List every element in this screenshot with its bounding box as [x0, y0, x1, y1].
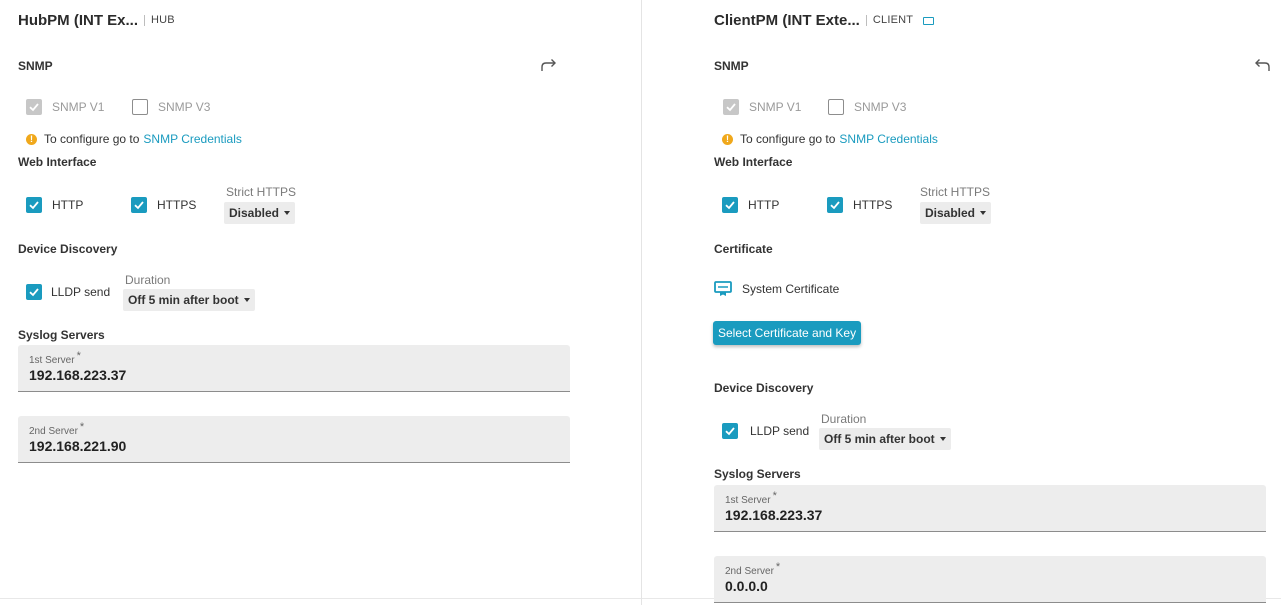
hub-https-checkbox[interactable]: HTTPS	[131, 197, 196, 213]
duration-caption: Duration	[821, 412, 867, 426]
select-certificate-button[interactable]: Select Certificate and Key	[713, 321, 862, 345]
snmp-v3-label: SNMP V3	[854, 100, 907, 114]
strict-https-value: Disabled	[229, 206, 280, 220]
system-certificate-row: System Certificate	[714, 281, 839, 297]
client-duration-dropdown[interactable]: Off 5 min after boot	[819, 428, 951, 450]
duration-value: Off 5 min after boot	[824, 432, 935, 446]
snmp-v1-label: SNMP V1	[749, 100, 802, 114]
hub-panel: HubPM (INT Ex... HUB SNMP SNMP V1 SNMP V…	[0, 0, 641, 605]
server2-value: 0.0.0.0	[725, 578, 768, 594]
client-title: ClientPM (INT Exte...	[714, 12, 860, 29]
hub-tag: HUB	[144, 15, 175, 26]
server1-value: 192.168.223.37	[29, 367, 127, 383]
check-icon	[131, 197, 147, 213]
certificate-name: System Certificate	[742, 282, 840, 296]
snmp-v3-label: SNMP V3	[158, 100, 211, 114]
lldp-label: LLDP send	[750, 424, 810, 438]
caret-down-icon	[980, 211, 987, 215]
check-icon	[26, 99, 42, 115]
strict-https-value: Disabled	[925, 206, 976, 220]
http-label: HTTP	[748, 198, 780, 212]
client-device-discovery-label: Device Discovery	[714, 381, 814, 395]
server2-label: 2nd Server	[725, 566, 774, 577]
hub-http-checkbox[interactable]: HTTP	[26, 197, 83, 213]
client-lldp-checkbox[interactable]: LLDP send	[722, 423, 809, 439]
hub-title-row: HubPM (INT Ex... HUB	[18, 12, 175, 29]
client-https-checkbox[interactable]: HTTPS	[827, 197, 892, 213]
caret-down-icon	[284, 211, 291, 215]
back-arrow-icon[interactable]	[1252, 58, 1272, 74]
info-text: To configure go to	[740, 132, 836, 146]
client-snmp-v3-checkbox[interactable]: SNMP V3	[828, 99, 906, 115]
hub-syslog-server1-field[interactable]: 1st Server * 192.168.223.37	[18, 345, 570, 392]
hub-device-discovery-label: Device Discovery	[18, 242, 118, 256]
lldp-label: LLDP send	[51, 285, 111, 299]
client-snmp-v1-checkbox[interactable]: SNMP V1	[723, 99, 801, 115]
check-icon	[723, 99, 739, 115]
client-syslog-server2-field[interactable]: 2nd Server * 0.0.0.0	[714, 556, 1266, 603]
client-certificate-label: Certificate	[714, 242, 773, 256]
https-label: HTTPS	[853, 198, 893, 212]
caret-down-icon	[243, 298, 250, 302]
server2-label: 2nd Server	[29, 426, 78, 437]
warning-info-icon: !	[722, 133, 733, 145]
info-text: To configure go to	[44, 132, 140, 146]
server1-label: 1st Server	[29, 355, 75, 366]
duration-caption: Duration	[125, 273, 171, 287]
server1-value: 192.168.223.37	[725, 507, 823, 523]
server2-value: 192.168.221.90	[29, 438, 127, 454]
caret-down-icon	[939, 437, 946, 441]
client-syslog-label: Syslog Servers	[714, 467, 801, 481]
hub-syslog-server2-field[interactable]: 2nd Server * 192.168.221.90	[18, 416, 570, 463]
snmp-v1-label: SNMP V1	[52, 100, 105, 114]
server1-label: 1st Server	[725, 495, 771, 506]
client-title-row: ClientPM (INT Exte... CLIENT	[714, 12, 935, 29]
check-icon	[722, 423, 738, 439]
duration-value: Off 5 min after boot	[128, 293, 239, 307]
check-icon	[722, 197, 738, 213]
http-label: HTTP	[52, 198, 84, 212]
client-panel: ClientPM (INT Exte... CLIENT SNMP SNMP V…	[642, 0, 1281, 605]
client-tag: CLIENT	[865, 15, 913, 26]
client-syslog-server1-field[interactable]: 1st Server * 192.168.223.37	[714, 485, 1266, 532]
client-web-interface-label: Web Interface	[714, 155, 793, 169]
laptop-icon	[923, 16, 935, 25]
check-icon	[26, 284, 42, 300]
hub-strict-https-dropdown[interactable]: Disabled	[224, 202, 296, 224]
https-label: HTTPS	[157, 198, 197, 212]
warning-info-icon: !	[26, 133, 37, 145]
hub-snmp-label: SNMP	[18, 59, 53, 73]
snmp-credentials-link[interactable]: SNMP Credentials	[143, 132, 241, 146]
check-icon	[827, 197, 843, 213]
hub-syslog-label: Syslog Servers	[18, 328, 105, 342]
hub-duration-dropdown[interactable]: Off 5 min after boot	[123, 289, 255, 311]
strict-https-caption: Strict HTTPS	[920, 185, 991, 199]
snmp-credentials-link[interactable]: SNMP Credentials	[839, 132, 937, 146]
client-snmp-info: ! To configure go to SNMP Credentials	[722, 132, 938, 146]
strict-https-caption: Strict HTTPS	[226, 185, 297, 199]
client-strict-https-dropdown[interactable]: Disabled	[920, 202, 992, 224]
forward-arrow-icon[interactable]	[539, 58, 559, 74]
hub-lldp-checkbox[interactable]: LLDP send	[26, 284, 110, 300]
hub-snmp-v1-checkbox[interactable]: SNMP V1	[26, 99, 104, 115]
hub-snmp-v3-checkbox[interactable]: SNMP V3	[132, 99, 210, 115]
hub-snmp-info: ! To configure go to SNMP Credentials	[26, 132, 242, 146]
certificate-icon	[714, 281, 732, 296]
client-http-checkbox[interactable]: HTTP	[722, 197, 779, 213]
check-icon	[26, 197, 42, 213]
client-snmp-label: SNMP	[714, 59, 749, 73]
hub-title: HubPM (INT Ex...	[18, 12, 138, 29]
hub-web-interface-label: Web Interface	[18, 155, 97, 169]
